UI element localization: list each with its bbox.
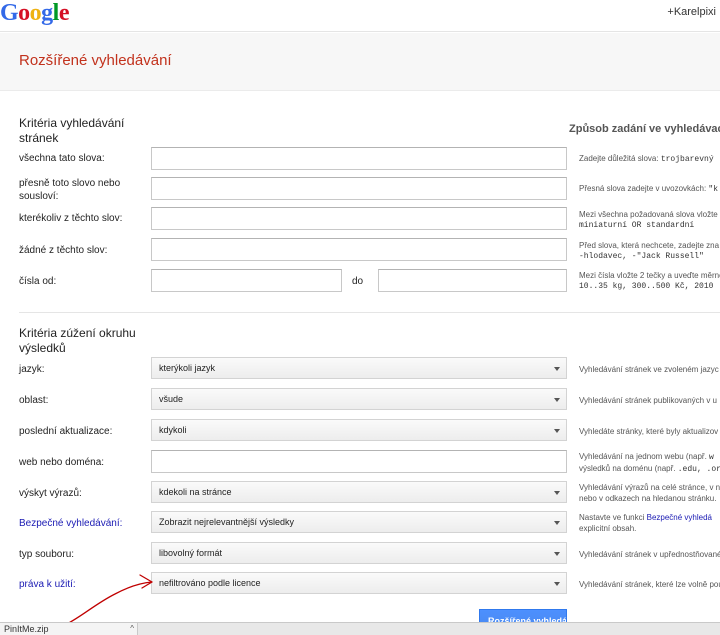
chevron-down-icon [554, 552, 560, 556]
none-words-input[interactable] [151, 238, 567, 261]
numbers-from-input[interactable] [151, 269, 342, 292]
all-words-input[interactable] [151, 147, 567, 170]
right-column-heading: Způsob zadání ve vyhledávacím [569, 123, 720, 135]
page-title: Rozšířené vyhledávání [19, 52, 172, 69]
chevron-down-icon [554, 582, 560, 586]
section-heading-search: Kritéria vyhledávání stránek [19, 116, 125, 145]
safesearch-link[interactable]: Bezpečné vyhledávání: [19, 517, 144, 530]
hint-all-words: Zadejte důležitá slova: trojbarevný [579, 154, 714, 164]
hint-region: Vyhledávání stránek publikovaných v u [579, 396, 718, 405]
numbers-to-input[interactable] [378, 269, 567, 292]
safesearch-select[interactable]: Zobrazit nejrelevantnější výsledky [151, 511, 567, 533]
chevron-down-icon [554, 398, 560, 402]
logo-letter: o [18, 0, 30, 26]
section-divider [19, 312, 720, 313]
usage-rights-select[interactable]: nefiltrováno podle licence [151, 572, 567, 594]
logo-letter: g [41, 0, 53, 26]
logo-letter: G [0, 0, 19, 26]
label-terms-appearing: výskyt výrazů: [19, 488, 82, 499]
section-heading-narrow: Kritéria zúžení okruhu výsledků [19, 326, 136, 355]
hint-usage-rights: Vyhledávání stránek, které lze volně pou [579, 580, 720, 589]
safesearch-settings-link[interactable]: Bezpečné vyhledá [647, 513, 712, 522]
label-any-words: kterékoliv z těchto slov: [19, 213, 123, 224]
label-last-update: poslední aktualizace: [19, 426, 113, 437]
label-site-domain: web nebo doména: [19, 457, 105, 468]
label-language: jazyk: [19, 364, 45, 375]
title-bar: Rozšířené vyhledávání [0, 33, 720, 91]
caret-up-icon[interactable]: ^ [130, 624, 134, 633]
hint-numbers: Mezi čísla vložte 2 tečky a uveďte měrno… [579, 271, 720, 291]
file-type-select[interactable]: libovolný formát [151, 542, 567, 564]
label-numbers-from: čísla od: [19, 276, 57, 287]
region-select[interactable]: všude [151, 388, 567, 410]
hint-last-update: Vyhledáte stránky, které byly aktualizov [579, 427, 719, 436]
chevron-down-icon [554, 491, 560, 495]
annotation-arrow-icon [62, 574, 153, 627]
hint-language: Vyhledávání stránek ve zvoleném jazyc [579, 365, 719, 374]
hint-file-type: Vyhledávání stránek v upřednostňované [579, 550, 720, 559]
logo-letter: e [58, 0, 70, 26]
hint-safesearch: Nastavte ve funkci Bezpečné vyhledá expli… [579, 513, 712, 533]
top-bar: Google +Karelpixi [0, 0, 720, 32]
label-all-words: všechna tato slova: [19, 153, 105, 164]
chevron-down-icon [554, 521, 560, 525]
label-numbers-to: do [352, 276, 364, 287]
terms-appearing-select[interactable]: kdekoli na stránce [151, 481, 567, 503]
chevron-down-icon [554, 429, 560, 433]
download-item[interactable]: PinItMe.zip ^ [0, 623, 138, 635]
user-profile-link[interactable]: +Karelpixi [667, 6, 716, 18]
hint-site-domain: Vyhledávání na jednom webu (např. w výsl… [579, 452, 720, 474]
logo-letter: o [29, 0, 42, 26]
download-bar: PinItMe.zip ^ [0, 622, 720, 635]
hint-exact-phrase: Přesná slova zadejte v uvozovkách: "k [579, 184, 719, 194]
google-logo[interactable]: Google [0, 0, 70, 26]
exact-phrase-input[interactable] [151, 177, 567, 200]
label-exact-phrase: přesně toto slovo nebo sousloví: [19, 178, 121, 202]
language-select[interactable]: kterýkoli jazyk [151, 357, 567, 379]
hint-terms-appearing: Vyhledávání výrazů na celé stránce, v nn… [579, 483, 720, 503]
site-domain-input[interactable] [151, 450, 567, 473]
label-region: oblast: [19, 395, 49, 406]
chevron-down-icon [554, 367, 560, 371]
any-words-input[interactable] [151, 207, 567, 230]
hint-none-words: Před slova, která nechcete, zadejte zna -… [579, 241, 720, 261]
label-none-words: žádné z těchto slov: [19, 245, 108, 256]
label-file-type: typ souboru: [19, 549, 75, 560]
hint-any-words: Mezi všechna požadovaná slova vložte mini… [579, 210, 718, 230]
last-update-select[interactable]: kdykoli [151, 419, 567, 441]
